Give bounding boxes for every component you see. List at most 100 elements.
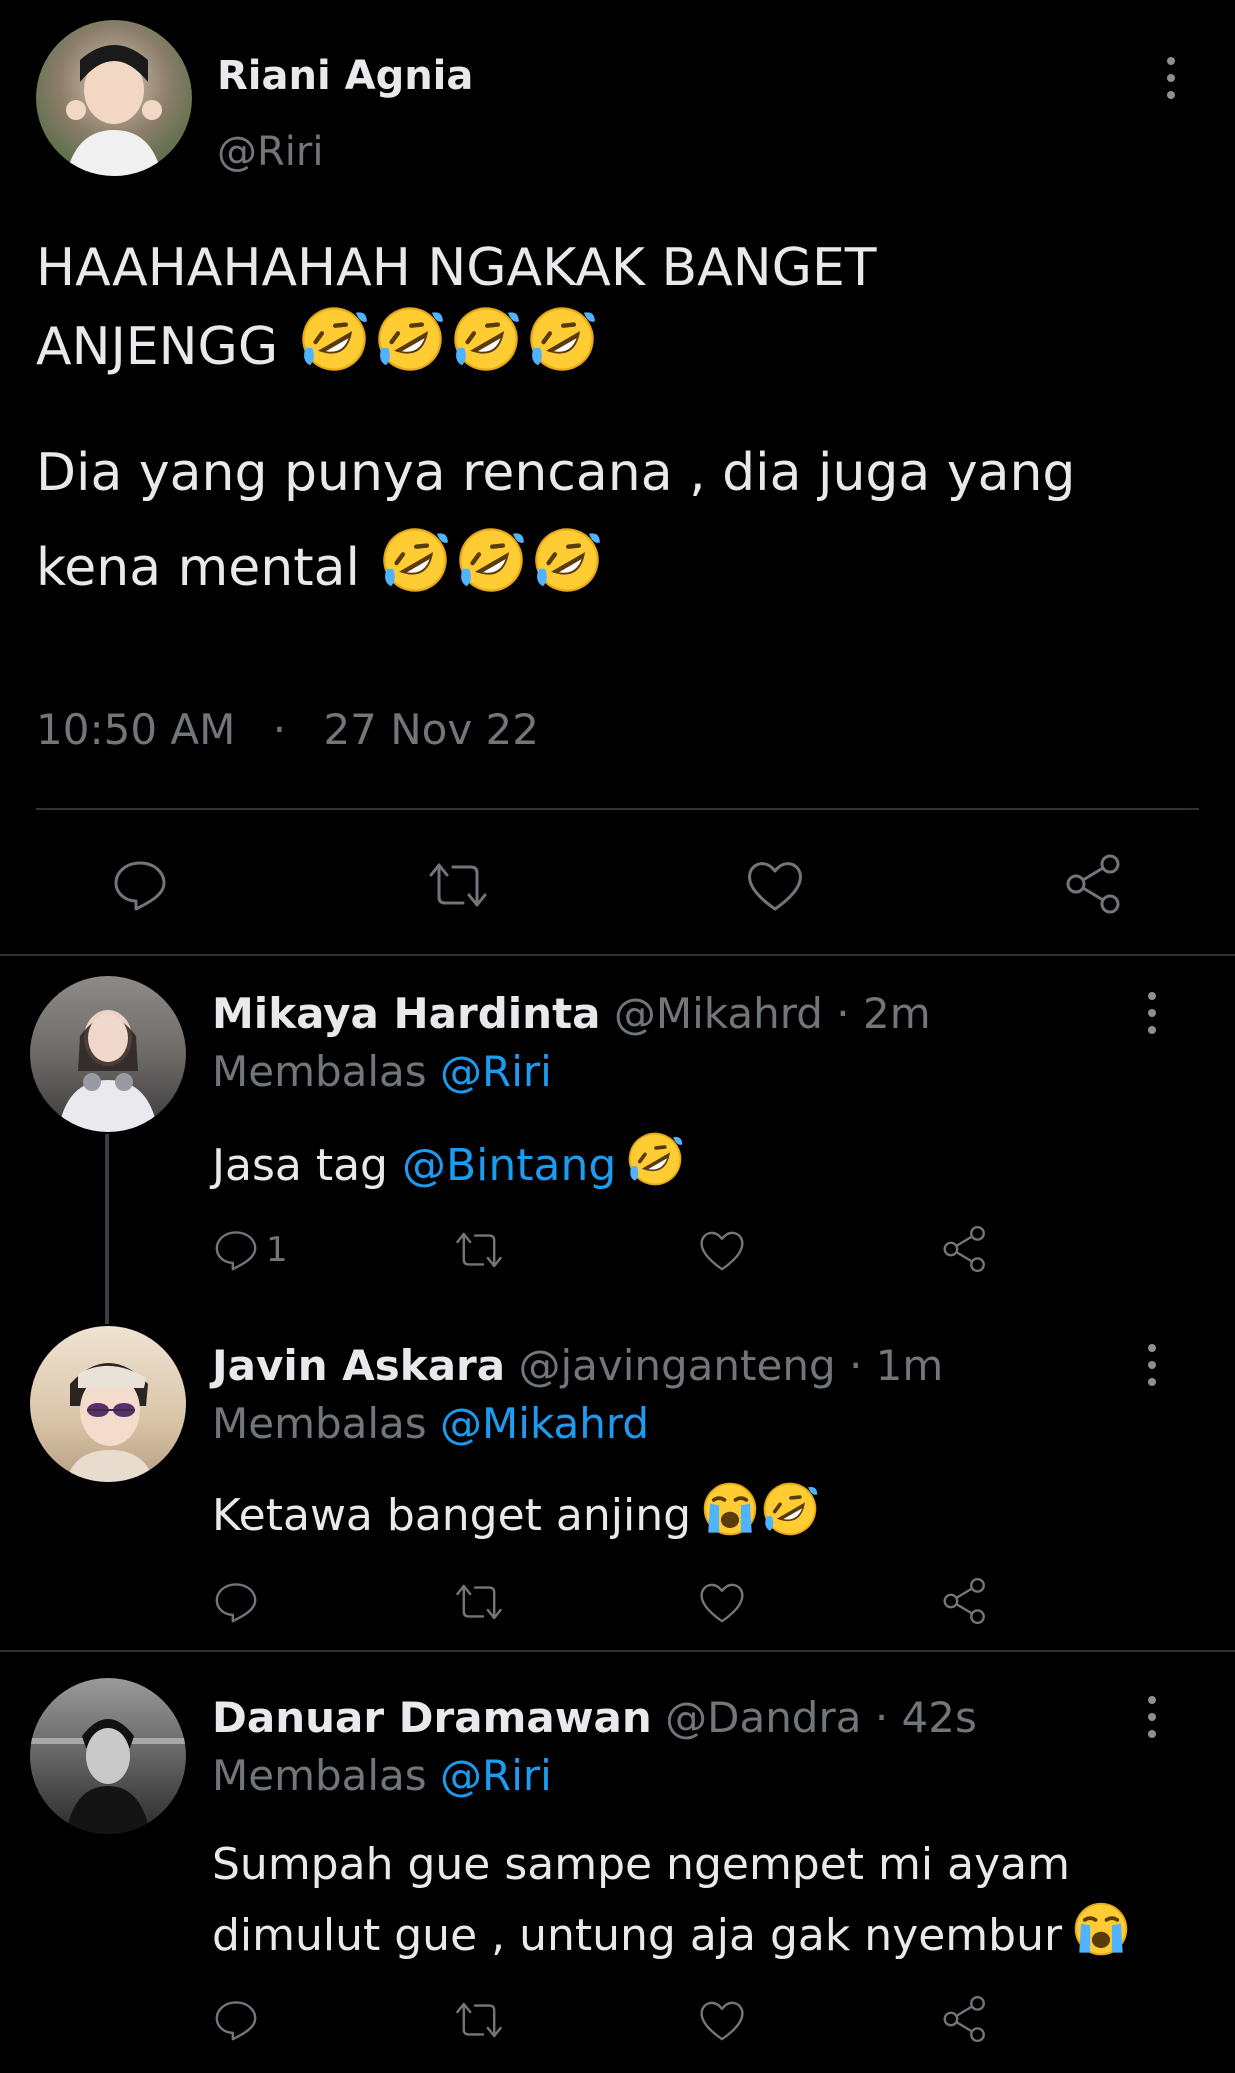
reply-author-handle[interactable]: @javinganteng (518, 1341, 835, 1390)
reply-button[interactable] (110, 855, 170, 915)
like-button[interactable] (697, 1996, 747, 2044)
tweet-time: 10:50 AM (36, 705, 236, 754)
more-icon[interactable] (1146, 1696, 1158, 1738)
retweet-icon (456, 1584, 502, 1620)
share-button[interactable] (940, 1576, 990, 1626)
more-icon[interactable] (1146, 1344, 1158, 1386)
like-icon (700, 1231, 744, 1271)
author-name[interactable]: Riani Agnia (217, 52, 473, 100)
share-button[interactable] (940, 1224, 990, 1274)
reply-icon (215, 1583, 257, 1623)
reply-text-line: Sumpah gue sampe ngempet mi ayam (212, 1839, 1070, 1890)
reply-header: Danuar Dramawan @Dandra · 42s (212, 1692, 977, 1744)
reply-author-handle[interactable]: @Mikahrd (614, 989, 823, 1038)
avatar[interactable] (30, 976, 186, 1132)
retweet-icon (456, 1232, 502, 1268)
replying-to-mention[interactable]: @Riri (440, 1751, 552, 1800)
mention-link[interactable]: @Bintang (402, 1140, 616, 1191)
more-icon[interactable] (1146, 992, 1158, 1034)
more-icon[interactable] (1165, 57, 1177, 99)
reply-text: Ketawa banget anjing (212, 1480, 819, 1548)
tweet-line: HAAHAHAHAH NGAKAK BANGET (36, 238, 877, 298)
reply-icon (114, 861, 166, 911)
tweet-date: 27 Nov 22 (323, 705, 539, 754)
retweet-icon (429, 863, 487, 907)
like-button[interactable] (697, 1578, 747, 1626)
rofl-emoji (532, 525, 602, 595)
share-icon (943, 1225, 985, 1273)
divider (0, 954, 1235, 956)
reply-age: · 2m (836, 989, 931, 1038)
divider (0, 1650, 1235, 1652)
like-icon (700, 1583, 744, 1623)
reply-text: Sumpah gue sampe ngempet mi ayam dimulut… (212, 1830, 1130, 1971)
share-icon (943, 1995, 985, 2043)
share-button[interactable] (940, 1994, 990, 2044)
divider (36, 808, 1199, 810)
retweet-button[interactable] (452, 1226, 506, 1274)
avatar[interactable] (36, 20, 192, 176)
tweet-line: ANJENGG (36, 304, 1186, 383)
crying-emoji (701, 1480, 759, 1538)
reply-author-name[interactable]: Mikaya Hardinta (212, 989, 601, 1038)
reply-text: Jasa tag @Bintang (212, 1130, 684, 1198)
rofl-emoji (299, 304, 369, 374)
author-handle[interactable]: @Riri (217, 128, 323, 176)
tweet-line-text: kena mental (36, 538, 360, 598)
rofl-emoji (761, 1480, 819, 1538)
tweet-line: kena mental (36, 525, 1186, 604)
retweet-button[interactable] (425, 855, 491, 915)
reply-button[interactable]: 1 (212, 1226, 288, 1274)
share-button[interactable] (1062, 852, 1126, 916)
rofl-emoji (527, 304, 597, 374)
crying-emoji (1072, 1900, 1130, 1958)
reply-button[interactable] (212, 1578, 260, 1626)
rofl-emoji (456, 525, 526, 595)
reply-age: · 1m (848, 1341, 944, 1390)
reply-icon (215, 1231, 257, 1271)
avatar-image (30, 1719, 186, 1834)
avatar[interactable] (30, 1678, 186, 1834)
like-icon (700, 2001, 744, 2041)
like-icon (748, 862, 802, 911)
reply-header: Mikaya Hardinta @Mikahrd · 2m (212, 988, 931, 1040)
replying-to-label: Membalas (212, 1751, 427, 1800)
timestamp-separator: · (272, 705, 287, 754)
retweet-icon (456, 2002, 502, 2038)
like-button[interactable] (744, 855, 806, 915)
reply-author-name[interactable]: Javin Askara (212, 1341, 505, 1390)
reply-icon (215, 2001, 257, 2041)
reply-header: Javin Askara @javinganteng · 1m (212, 1340, 943, 1392)
rofl-emoji (451, 304, 521, 374)
thread-line (105, 1134, 109, 1324)
replying-to-mention[interactable]: @Riri (440, 1047, 552, 1096)
reply-age: · 42s (874, 1693, 977, 1742)
rofl-emoji (375, 304, 445, 374)
reply-text-body: dimulut gue , untung aja gak nyembur (212, 1910, 1063, 1961)
avatar-image (58, 1010, 158, 1132)
reply-count: 1 (266, 1230, 288, 1270)
reply-author-name[interactable]: Danuar Dramawan (212, 1693, 652, 1742)
reply-button[interactable] (212, 1996, 260, 2044)
reply-author-handle[interactable]: @Dandra (665, 1693, 861, 1742)
retweet-button[interactable] (452, 1996, 506, 2044)
replying-to-mention[interactable]: @Mikahrd (440, 1399, 649, 1448)
share-icon (1066, 854, 1120, 914)
tweet-line: Dia yang punya rencana , dia juga yang (36, 443, 1076, 503)
tweet-text: HAAHAHAHAH NGAKAK BANGET ANJENGG Dia yan… (36, 232, 1186, 604)
replying-to: Membalas @Mikahrd (212, 1398, 649, 1450)
reply-text-body: Jasa tag (212, 1140, 388, 1191)
avatar-image (66, 45, 162, 176)
retweet-button[interactable] (452, 1578, 506, 1626)
reply-text-line: dimulut gue , untung aja gak nyembur (212, 1900, 1130, 1971)
replying-to: Membalas @Riri (212, 1046, 552, 1098)
tweet-timestamp[interactable]: 10:50 AM · 27 Nov 22 (36, 704, 539, 756)
replying-to-label: Membalas (212, 1047, 427, 1096)
rofl-emoji (626, 1130, 684, 1188)
avatar-image (66, 1363, 154, 1482)
share-icon (943, 1577, 985, 1625)
replying-to-label: Membalas (212, 1399, 427, 1448)
rofl-emoji (380, 525, 450, 595)
like-button[interactable] (697, 1226, 747, 1274)
avatar[interactable] (30, 1326, 186, 1482)
